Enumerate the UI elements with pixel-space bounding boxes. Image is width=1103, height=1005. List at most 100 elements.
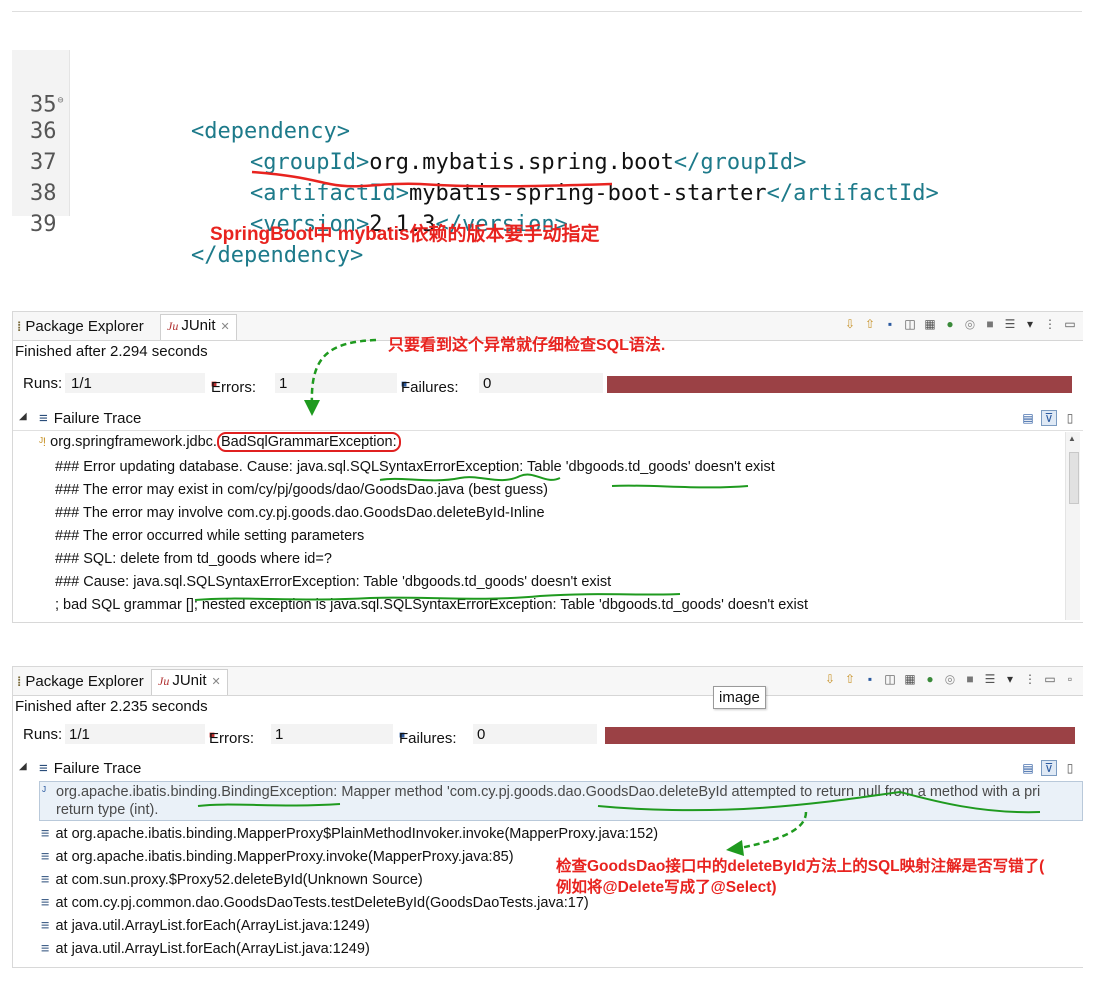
test-progress-bar xyxy=(607,376,1072,393)
failures-value-box xyxy=(473,724,597,744)
stack-frame-icon: ≡ xyxy=(41,941,50,957)
failure-trace-header: ◢ ≡ Failure Trace ▤ ⊽ ▯ xyxy=(13,758,1083,780)
history-icon[interactable]: ☰ xyxy=(983,672,997,686)
failures-value: 0 xyxy=(483,375,492,392)
previous-failure-icon[interactable]: ⇧ xyxy=(863,317,877,331)
maximize-icon[interactable]: ▫ xyxy=(1063,672,1077,686)
tab-label: Package Explorer xyxy=(25,318,144,335)
stack-frame[interactable]: ≡ at java.util.ArrayList.forEach(ArrayLis… xyxy=(41,918,370,934)
tab-package-explorer[interactable]: ⁞ Package Explorer xyxy=(17,318,144,335)
version-annotation: SpringBoot中 mybatis依赖的版本要手动指定 xyxy=(210,224,600,245)
xml-close-tag: </groupId> xyxy=(673,150,807,175)
show-failures-only-icon[interactable]: ▪ xyxy=(863,672,877,686)
trace-scrollbar[interactable]: ▲ xyxy=(1065,432,1080,620)
tab-junit[interactable]: Ju JUnit ✕ xyxy=(151,669,228,695)
highlighted-exception: BadSqlGrammarException: xyxy=(216,432,401,452)
elapsed-time: Finished after 2.294 seconds xyxy=(15,343,208,360)
collapse-triangle-icon[interactable]: ◢ xyxy=(19,761,27,772)
test-progress-bar xyxy=(605,727,1075,744)
junit-toolbar: ⇩ ⇧ ▪ ◫ ▦ ● ◎ ■ ☰ ▾ ⋮ ▭ ▫ xyxy=(817,671,1077,686)
tab-package-explorer[interactable]: ⁞ Package Explorer xyxy=(17,673,144,690)
image-tooltip: image xyxy=(713,686,766,709)
trace-line[interactable]: ### Error updating database. Cause: java… xyxy=(55,459,775,475)
mapper-annotation-line-2: 例如将@Delete写成了@Select) xyxy=(556,879,777,896)
layout-icon[interactable]: ▦ xyxy=(923,317,937,331)
runs-value: 1/1 xyxy=(69,726,90,743)
rerun-icon[interactable]: ● xyxy=(943,317,957,331)
copy-trace-icon[interactable]: ▯ xyxy=(1063,761,1077,775)
code-editor: 35⊖ <dependency> 36 <groupId>org.mybatis… xyxy=(12,50,1062,268)
stack-frame[interactable]: ≡ at com.sun.proxy.$Proxy52.deleteById(Un… xyxy=(41,872,423,888)
trace-entry-icon: ᴶ xyxy=(42,784,46,798)
errors-value: 1 xyxy=(275,726,284,743)
close-icon[interactable]: ✕ xyxy=(221,321,230,333)
trace-line-exception[interactable]: ᴶ! org.springframework.jdbc. BadSqlGramma… xyxy=(39,432,401,452)
stack-frame-icon: ≡ xyxy=(41,918,50,934)
trace-line[interactable]: ### SQL: delete from td_goods where id=? xyxy=(55,551,332,567)
dropdown-icon[interactable]: ▾ xyxy=(1003,672,1017,686)
show-failures-only-icon[interactable]: ▪ xyxy=(883,317,897,331)
stop-icon[interactable]: ■ xyxy=(983,317,997,331)
minimize-icon[interactable]: ▭ xyxy=(1063,317,1077,331)
history-icon[interactable]: ☰ xyxy=(1003,317,1017,331)
selected-trace-row[interactable]: ᴶ org.apache.ibatis.binding.BindingExcep… xyxy=(39,781,1083,821)
failures-value-box xyxy=(479,373,603,393)
package-explorer-icon: ⁞ xyxy=(17,674,22,689)
trace-line[interactable]: ; bad SQL grammar []; nested exception i… xyxy=(55,597,808,613)
view-menu-icon[interactable]: ⋮ xyxy=(1043,317,1057,331)
code-line-37: 37 <artifactId>mybatis-spring-boot-start… xyxy=(12,116,939,206)
stack-frame[interactable]: ≡ at org.apache.ibatis.binding.MapperProx… xyxy=(41,826,658,842)
scrollbar-thumb[interactable] xyxy=(1069,452,1079,504)
next-failure-icon[interactable]: ⇩ xyxy=(823,672,837,686)
mapper-annotation-line-1: 检查GoodsDao接口中的deleteById方法上的SQL映射注解是否写错了… xyxy=(556,858,1045,875)
failure-trace-header: ◢ ≡ Failure Trace ▤ ⊽ ▯ xyxy=(13,408,1083,431)
view-menu-icon[interactable]: ⋮ xyxy=(1023,672,1037,686)
stack-frame[interactable]: ≡ at org.apache.ibatis.binding.MapperProx… xyxy=(41,849,514,865)
trace-line[interactable]: ### Cause: java.sql.SQLSyntaxErrorExcept… xyxy=(55,574,611,590)
stack-frame[interactable]: ≡ at java.util.ArrayList.forEach(ArrayLis… xyxy=(41,941,370,957)
errors-value-box xyxy=(275,373,397,393)
copy-trace-icon[interactable]: ▯ xyxy=(1063,411,1077,425)
failure-trace-tools: ▤ ⊽ ▯ xyxy=(1015,760,1077,776)
compare-result-icon[interactable]: ▤ xyxy=(1021,761,1035,775)
trace-line[interactable]: ### The error may exist in com/cy/pj/goo… xyxy=(55,482,548,498)
xml-value: mybatis-spring-boot-starter xyxy=(408,181,767,206)
junit-icon: Ju xyxy=(167,319,179,333)
trace-line[interactable]: ### The error may involve com.cy.pj.good… xyxy=(55,505,545,521)
previous-failure-icon[interactable]: ⇧ xyxy=(843,672,857,686)
xml-open-tag: <groupId> xyxy=(250,150,370,175)
stop-icon[interactable]: ■ xyxy=(963,672,977,686)
compare-result-icon[interactable]: ▤ xyxy=(1021,411,1035,425)
layout-icon[interactable]: ▦ xyxy=(903,672,917,686)
filter-stack-icon[interactable]: ⊽ xyxy=(1041,410,1057,426)
code-line-36: 36 <groupId>org.mybatis.spring.boot</gro… xyxy=(12,85,806,175)
xml-value: org.mybatis.spring.boot xyxy=(369,150,674,175)
stack-frame-icon: ≡ xyxy=(41,872,50,888)
stack-frame[interactable]: ≡ at com.cy.pj.common.dao.GoodsDaoTests.t… xyxy=(41,895,589,911)
rerun-failed-icon[interactable]: ◎ xyxy=(963,317,977,331)
minimize-icon[interactable]: ▭ xyxy=(1043,672,1057,686)
tab-junit[interactable]: Ju JUnit ✕ xyxy=(160,314,237,340)
junit-panel-1: ⁞ Package Explorer Ju JUnit ✕ ⇩ ⇧ ▪ ◫ ▦ ● ◎ ■ ☰ ▾ ⋮ ▭ … xyxy=(12,311,1083,623)
tab-label: JUnit xyxy=(181,317,216,334)
package-explorer-icon: ⁞ xyxy=(17,319,22,334)
scroll-up-icon[interactable]: ▲ xyxy=(1068,434,1076,443)
line-number: 39 xyxy=(30,212,57,237)
collapse-triangle-icon[interactable]: ◢ xyxy=(19,411,27,422)
junit-toolbar: ⇩ ⇧ ▪ ◫ ▦ ● ◎ ■ ☰ ▾ ⋮ ▭ xyxy=(837,316,1077,331)
trace-line[interactable]: ### The error occurred while setting par… xyxy=(55,528,364,544)
rerun-failed-icon[interactable]: ◎ xyxy=(943,672,957,686)
code-line-39: 39 </dependency> xyxy=(12,178,363,268)
code-line-35: 35⊖ <dependency> xyxy=(12,54,350,144)
rerun-icon[interactable]: ● xyxy=(923,672,937,686)
dropdown-icon[interactable]: ▾ xyxy=(1023,317,1037,331)
junit-panel-2: ⁞ Package Explorer Ju JUnit ✕ ⇩ ⇧ ▪ ◫ ▦ ● ◎ ■ ☰ ▾ ⋮ ▭ ▫… xyxy=(12,666,1083,968)
scroll-lock-icon[interactable]: ◫ xyxy=(903,317,917,331)
close-icon[interactable]: ✕ xyxy=(212,676,221,688)
scroll-lock-icon[interactable]: ◫ xyxy=(883,672,897,686)
stack-lines-icon: ≡ xyxy=(39,760,48,777)
filter-stack-icon[interactable]: ⊽ xyxy=(1041,760,1057,776)
next-failure-icon[interactable]: ⇩ xyxy=(843,317,857,331)
error-trace-icon: ᴶ! xyxy=(39,435,47,449)
junit-icon: Ju xyxy=(158,674,170,688)
